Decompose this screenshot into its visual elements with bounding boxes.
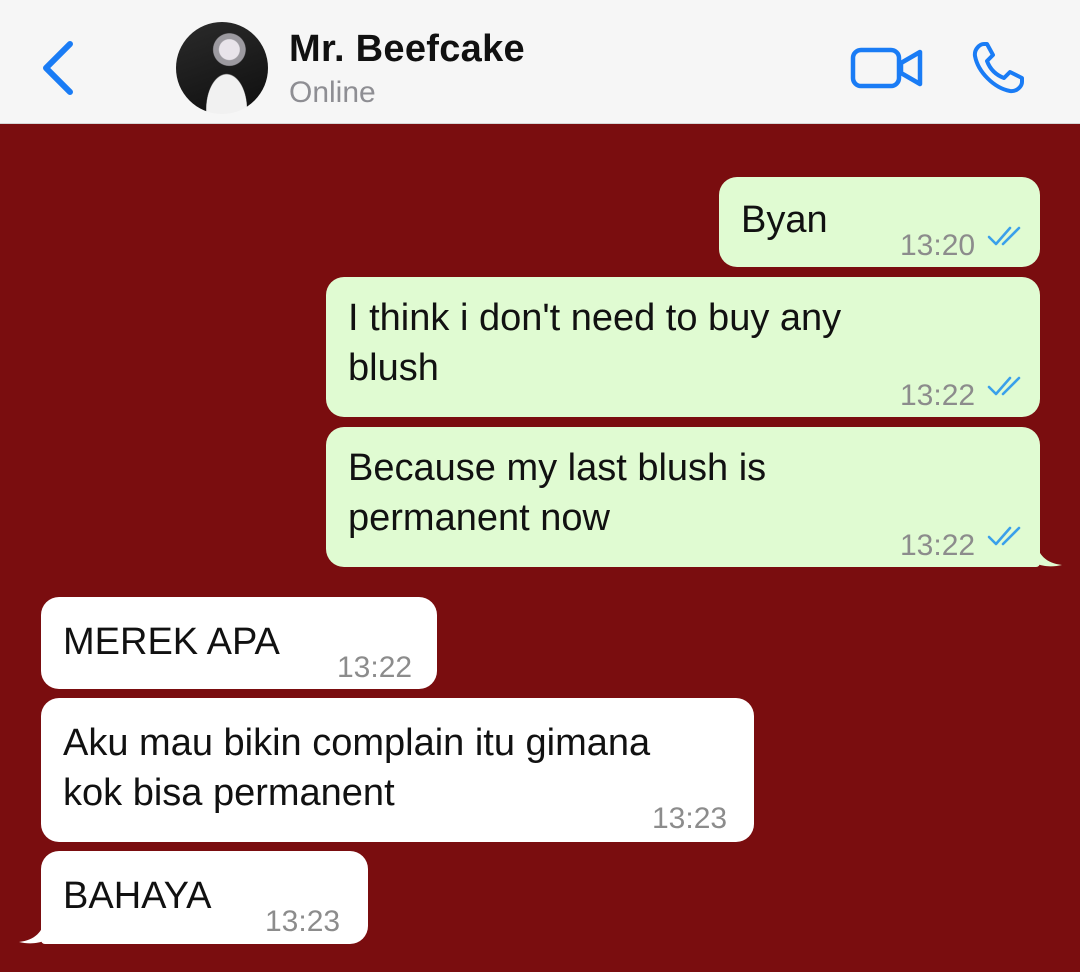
video-camera-icon[interactable] [850, 44, 924, 92]
contact-avatar[interactable] [176, 22, 268, 114]
message-text: MEREK APA [63, 621, 280, 663]
message-bubble-incoming[interactable]: MEREK APA 13:22 [41, 597, 437, 689]
message-time: 13:22 [900, 529, 976, 562]
message-time: 13:22 [337, 651, 413, 684]
contact-name[interactable]: Mr. Beefcake [289, 28, 525, 71]
double-check-read-icon [987, 376, 1021, 396]
contact-status: Online [289, 76, 376, 109]
message-text: Byan [741, 199, 828, 241]
double-check-read-icon [987, 526, 1021, 546]
bubble-tail [19, 918, 45, 944]
message-bubble-incoming[interactable]: BAHAYA 13:23 [19, 851, 368, 944]
double-check-read-icon [987, 226, 1021, 246]
message-time: 13:23 [265, 905, 341, 938]
message-text: I think i don't need to buy any blush [348, 297, 842, 389]
message-text: BAHAYA [63, 875, 212, 917]
message-bubble-outgoing[interactable]: Byan 13:20 [719, 177, 1040, 267]
chevron-left-icon[interactable] [36, 38, 80, 98]
message-bubble-incoming[interactable]: Aku mau bikin complain itu gimana kok bi… [41, 698, 754, 842]
chat-header: Mr. Beefcake Online [0, 0, 1080, 124]
phone-icon[interactable] [970, 40, 1030, 96]
message-time: 13:23 [652, 802, 728, 835]
message-text: Because my last blush is permanent now [348, 447, 767, 539]
message-time: 13:22 [900, 379, 976, 412]
message-time: 13:20 [900, 229, 976, 262]
bubble-tail [1036, 541, 1062, 567]
message-bubble-outgoing[interactable]: Because my last blush is permanent now 1… [326, 427, 1062, 567]
message-text: Aku mau bikin complain itu gimana kok bi… [63, 722, 651, 814]
message-bubble-outgoing[interactable]: I think i don't need to buy any blush 13… [326, 277, 1040, 417]
